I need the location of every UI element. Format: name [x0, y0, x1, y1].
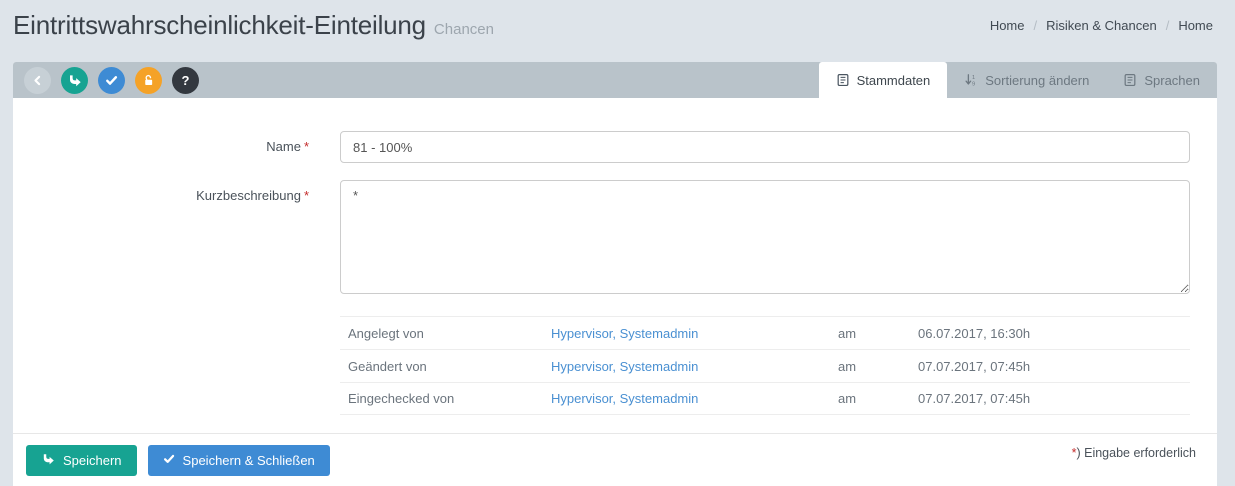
chevron-left-icon [31, 74, 44, 87]
audit-date: 07.07.2017, 07:45h [918, 391, 1031, 406]
audit-date: 07.07.2017, 07:45h [918, 358, 1031, 374]
breadcrumb: Home / Risiken & Chancen / Home [990, 10, 1213, 33]
tab-stammdaten[interactable]: Stammdaten [818, 62, 948, 98]
question-icon: ? [181, 72, 190, 88]
required-note: *) Eingabe erforderlich [1072, 434, 1196, 460]
audit-date: 06.07.2017, 16:30h [918, 325, 1031, 341]
audit-am-label: am [838, 358, 857, 374]
audit-table: Angelegt von Hypervisor, Systemadmin am … [340, 316, 1190, 415]
svg-text:1: 1 [972, 75, 975, 81]
breadcrumb-link-home[interactable]: Home [990, 18, 1025, 33]
audit-user-link[interactable]: Hypervisor, Systemadmin [551, 326, 838, 341]
name-field[interactable] [340, 131, 1190, 163]
kurzbeschreibung-field[interactable]: * [340, 180, 1190, 294]
tab-label: Stammdaten [856, 72, 931, 88]
required-asterisk: * [303, 139, 309, 154]
save-button-toolbar[interactable] [61, 66, 88, 94]
name-label: Name * [266, 139, 309, 154]
footer-buttons: Speichern Speichern & Schließen [26, 444, 330, 476]
curved-arrow-icon [41, 452, 55, 469]
help-button[interactable]: ? [172, 66, 199, 94]
form-row-name: Name * [13, 131, 1217, 163]
form-footer: Speichern Speichern & Schließen *) Einga… [13, 433, 1217, 486]
breadcrumb-separator: / [1165, 18, 1170, 33]
audit-user-link[interactable]: Hypervisor, Systemadmin [551, 391, 838, 406]
tab-label: Sortierung ändern [985, 72, 1090, 88]
check-button[interactable] [98, 66, 125, 94]
audit-row-geaendert: Geändert von Hypervisor, Systemadmin am … [340, 349, 1190, 382]
breadcrumb-separator: / [1033, 18, 1038, 33]
tab-sprachen[interactable]: Sprachen [1106, 62, 1217, 98]
required-asterisk: * [303, 188, 309, 203]
audit-label: Angelegt von [348, 325, 424, 341]
book-icon [1123, 73, 1137, 87]
form-body: Name* Kurzbeschreibung* * Angelegt von H… [13, 98, 1217, 433]
page-title: Eintrittswahrscheinlichkeit-Einteilung [13, 10, 426, 40]
audit-label: Eingechecked von [348, 391, 455, 406]
breadcrumb-link-risiken-chancen[interactable]: Risiken & Chancen [1046, 18, 1157, 33]
back-button[interactable] [24, 66, 51, 94]
main-card: ? Stammdaten 19 Sortierung ändern Sprach… [13, 62, 1217, 486]
svg-text:9: 9 [972, 82, 975, 87]
unlock-button[interactable] [135, 66, 162, 94]
check-icon [163, 453, 175, 468]
title-wrap: Eintrittswahrscheinlichkeit-Einteilung C… [13, 10, 494, 41]
tab-bar: Stammdaten 19 Sortierung ändern Sprachen [818, 62, 1217, 98]
tab-sortierung-aendern[interactable]: 19 Sortierung ändern [947, 62, 1106, 98]
audit-label: Geändert von [348, 358, 427, 374]
page-header: Eintrittswahrscheinlichkeit-Einteilung C… [0, 0, 1235, 56]
audit-row-eingechecked: Eingechecked von Hypervisor, Systemadmin… [340, 382, 1190, 415]
check-icon [105, 74, 118, 87]
save-and-close-button[interactable]: Speichern & Schließen [147, 444, 330, 476]
audit-am-label: am [838, 325, 857, 341]
sort-numeric-icon: 19 [964, 73, 978, 87]
book-icon [836, 73, 850, 87]
curved-arrow-icon [67, 73, 82, 88]
toolbar: ? Stammdaten 19 Sortierung ändern Sprach… [13, 62, 1217, 98]
save-and-close-button-label: Speichern & Schließen [182, 452, 315, 468]
toolbar-buttons: ? [24, 62, 199, 98]
required-note-text: ) Eingabe erforderlich [1076, 446, 1196, 460]
tab-label: Sprachen [1144, 72, 1200, 88]
page-subtitle: Chancen [433, 21, 494, 38]
audit-row-angelegt: Angelegt von Hypervisor, Systemadmin am … [340, 316, 1190, 349]
form-row-kurzbeschreibung: Kurzbeschreibung * * [13, 180, 1217, 299]
save-button-label: Speichern [63, 452, 122, 468]
unlock-icon [142, 74, 155, 87]
audit-am-label: am [838, 391, 857, 406]
audit-user-link[interactable]: Hypervisor, Systemadmin [551, 359, 838, 374]
breadcrumb-link-home-2[interactable]: Home [1178, 18, 1213, 33]
save-button[interactable]: Speichern [26, 444, 137, 476]
kurzbeschreibung-label: Kurzbeschreibung * [196, 188, 309, 203]
